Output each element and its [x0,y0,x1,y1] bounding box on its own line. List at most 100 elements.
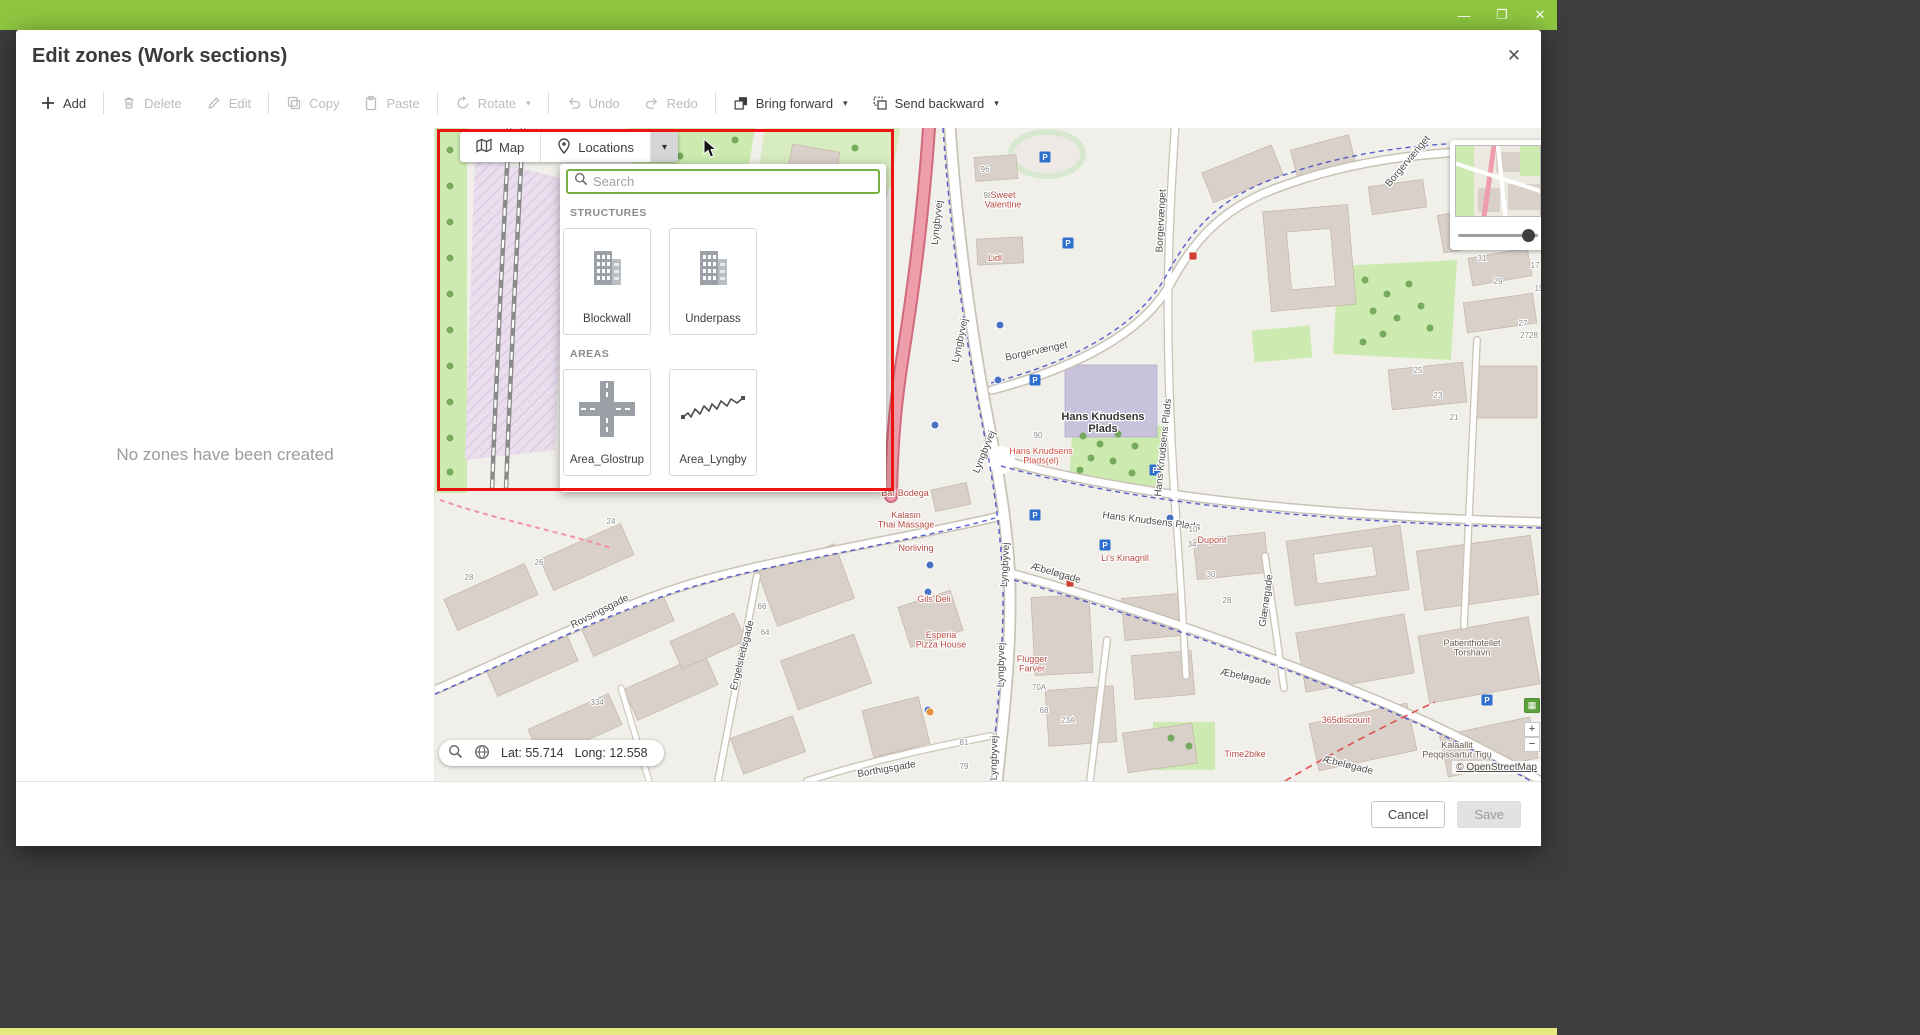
minimap-zoom-slider[interactable] [1458,234,1538,237]
chevron-down-icon[interactable]: ▾ [994,98,999,109]
dialog-title: Edit zones (Work sections) [32,45,287,68]
toolbar-separator [715,92,716,114]
svg-text:Norliving: Norliving [898,543,933,553]
poi-icon [1189,252,1197,260]
svg-text:Flügger: Flügger [1017,654,1048,664]
chevron-down-icon[interactable]: ▾ [526,98,531,109]
globe-icon[interactable] [474,744,490,763]
search-icon [574,172,588,191]
zoom-slider-knob[interactable] [1522,229,1535,242]
app-bottom-strip [0,1028,1557,1035]
close-window-button[interactable]: ✕ [1529,4,1551,26]
send-backward-button[interactable]: Send backward ▾ [860,88,1011,118]
copy-icon [286,95,302,111]
empty-state-message: No zones have been created [116,445,333,465]
undo-button[interactable]: Undo [554,88,632,118]
svg-text:Esperia: Esperia [926,630,957,640]
svg-text:Hans Knudsens: Hans Knudsens [1061,411,1144,423]
structure-card-blockwall[interactable]: Blockwall [563,228,651,335]
chevron-down-icon[interactable]: ▾ [843,98,848,109]
maximize-button[interactable]: ❐ [1491,4,1513,26]
search-input[interactable] [593,174,872,189]
minimize-button[interactable]: — [1453,4,1475,26]
svg-text:66: 66 [758,602,767,611]
rotate-button[interactable]: Rotate ▾ [443,88,543,118]
trash-icon [121,95,137,111]
add-button[interactable]: Add [28,88,98,118]
svg-text:31: 31 [1478,254,1487,263]
layers-icon[interactable]: ▦ [1524,698,1540,713]
location-search[interactable] [566,169,880,194]
svg-text:Patienthotellet: Patienthotellet [1443,638,1501,648]
tab-locations[interactable]: Locations [541,132,651,162]
svg-text:Plads(el): Plads(el) [1023,456,1059,466]
poi-icon [931,421,939,429]
svg-text:21: 21 [1450,413,1459,422]
toolbar-separator [437,92,438,114]
zones-list-panel: No zones have been created [16,128,435,781]
paste-button[interactable]: Paste [351,88,431,118]
svg-text:24: 24 [607,517,616,526]
toolbar-separator [548,92,549,114]
svg-text:26: 26 [535,558,544,567]
delete-button[interactable]: Delete [109,88,194,118]
svg-text:28: 28 [465,573,474,582]
svg-text:P: P [1042,153,1048,162]
edit-button[interactable]: Edit [194,88,263,118]
osm-attribution-link[interactable]: © OpenStreetMap [1452,761,1541,774]
window-controls: — ❐ ✕ [1453,0,1555,30]
svg-text:P: P [1484,696,1490,705]
redo-button[interactable]: Redo [632,88,710,118]
minimap-image [1455,145,1541,217]
svg-text:334: 334 [590,698,604,707]
search-icon[interactable] [448,744,463,762]
svg-text:Peqqissartut Tigu: Peqqissartut Tigu [1422,750,1492,760]
svg-text:17: 17 [1531,261,1540,270]
zoom-out-button[interactable]: − [1524,737,1540,752]
longitude-value: Long: 12.558 [575,746,648,760]
undo-icon [566,95,582,111]
copy-button[interactable]: Copy [274,88,351,118]
cancel-button[interactable]: Cancel [1371,801,1445,828]
map-view-tabs: Map Locations ▾ [460,132,678,162]
areas-cards: Area_Glostrup Area_Lyngby [560,369,886,476]
pencil-icon [206,95,222,111]
svg-text:Kalaallit: Kalaallit [1441,740,1473,750]
parking-icon: P [1063,238,1074,249]
overview-minimap[interactable] [1450,140,1541,250]
locations-dropdown-toggle[interactable]: ▾ [651,132,678,162]
location-pin-icon [557,138,571,157]
zones-toolbar: Add Delete Edit Copy Paste Rotate ▾ [28,84,1011,122]
svg-text:Valentine: Valentine [985,200,1022,210]
svg-text:P: P [1032,376,1038,385]
bring-forward-button[interactable]: Bring forward ▾ [721,88,860,118]
close-dialog-button[interactable]: ✕ [1501,43,1527,69]
svg-text:28: 28 [1223,596,1232,605]
poi-icon [926,708,934,716]
building-icon [584,229,630,307]
building-icon [690,229,736,307]
bring-forward-icon [733,95,749,111]
poi-icon [994,376,1002,384]
map-icon [476,138,492,156]
area-card-lyngby[interactable]: Area_Lyngby [669,369,757,476]
parking-icon: P [1482,695,1493,706]
structure-card-underpass[interactable]: Underpass [669,228,757,335]
svg-text:Gils Deli: Gils Deli [917,594,951,604]
svg-text:Time2bike: Time2bike [1224,749,1265,759]
svg-text:68: 68 [1040,706,1049,715]
svg-text:Lidl: Lidl [988,253,1002,263]
save-button[interactable]: Save [1457,801,1521,828]
svg-text:2728: 2728 [1520,331,1538,340]
svg-text:15: 15 [1535,284,1541,293]
svg-text:64: 64 [761,628,770,637]
svg-text:P: P [1032,511,1038,520]
tab-map[interactable]: Map [460,132,541,162]
road-intersection-icon [579,370,635,448]
area-card-glostrup[interactable]: Area_Glostrup [563,369,651,476]
svg-text:Dupont: Dupont [1197,535,1227,545]
map-panel[interactable]: PPPPPPP LyngbyvejLyngbyvejLyngbyvejLyngb… [435,128,1541,781]
svg-text:P: P [1065,239,1071,248]
zoom-in-button[interactable]: + [1524,722,1540,737]
structures-cards: Blockwall Underpass [560,228,886,335]
